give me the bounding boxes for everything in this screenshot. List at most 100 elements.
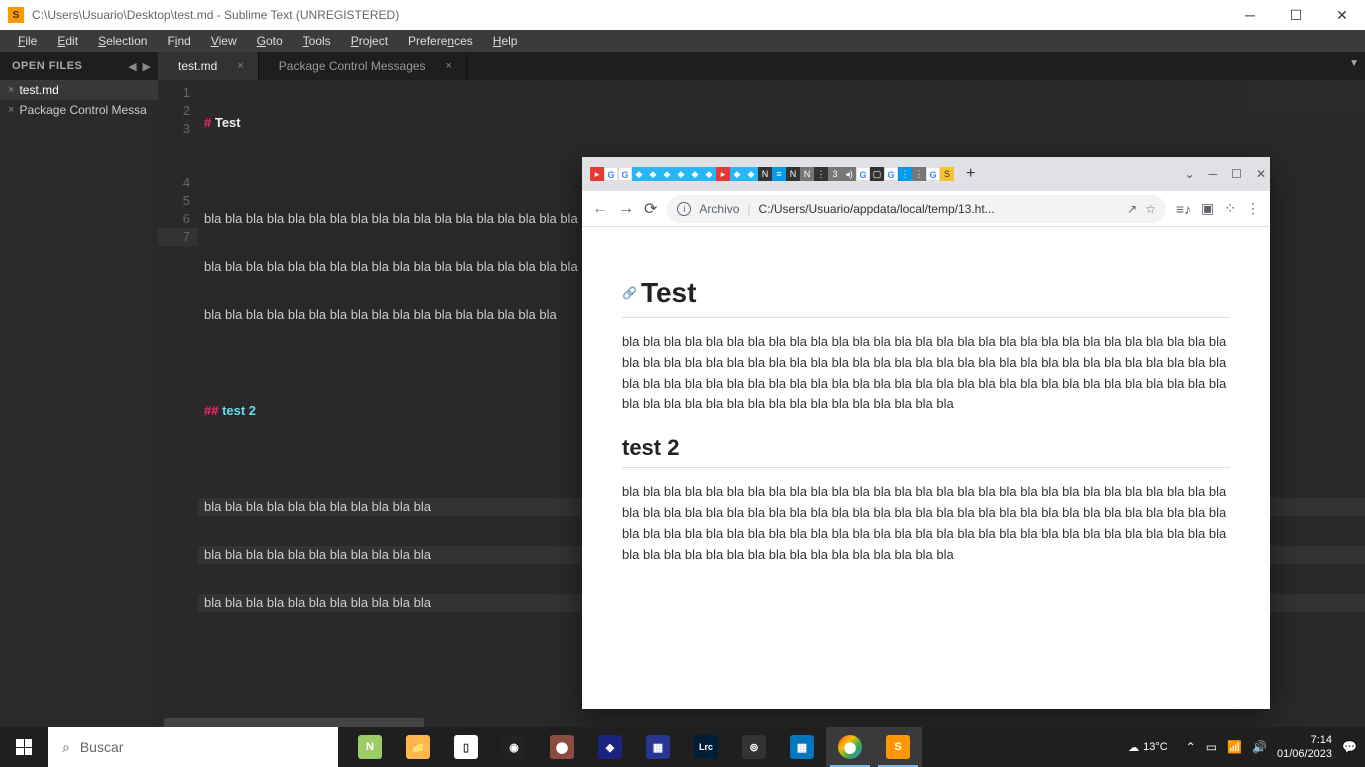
favicon-icon[interactable]: ◆	[702, 167, 716, 181]
sidebar-open-files-header: OPEN FILES ◀ ▶	[0, 52, 158, 80]
line-number: 3	[158, 120, 198, 138]
chrome-minimize-button[interactable]: ─	[1209, 167, 1218, 181]
menu-view[interactable]: View	[201, 32, 247, 50]
weather-widget[interactable]: ☁ 13°C	[1128, 741, 1168, 754]
chrome-url-bar[interactable]: i Archivo | C:/Users/Usuario/appdata/loc…	[667, 195, 1165, 223]
favicon-icon[interactable]: ⋮	[912, 167, 926, 181]
favicon-icon[interactable]: ⋮	[814, 167, 828, 181]
taskbar-app-sublime[interactable]: S	[874, 727, 922, 767]
favicon-icon[interactable]: ◆	[674, 167, 688, 181]
favicon-icon[interactable]: ◆	[660, 167, 674, 181]
taskbar-app[interactable]: ◆	[586, 727, 634, 767]
chrome-forward-button[interactable]: →	[618, 200, 634, 218]
taskbar-app[interactable]: ⬤	[538, 727, 586, 767]
anchor-link-icon[interactable]: 🔗	[622, 286, 637, 300]
favicon-icon[interactable]: ◆	[646, 167, 660, 181]
favicon-youtube-icon[interactable]: ▸	[590, 167, 604, 181]
menu-edit[interactable]: Edit	[47, 32, 88, 50]
favicon-icon[interactable]: ◆	[744, 167, 758, 181]
editor-tab[interactable]: Package Control Messages ×	[259, 52, 467, 80]
reading-list-icon[interactable]: ≡♪	[1176, 201, 1191, 217]
favicon-icon[interactable]: ▢	[870, 167, 884, 181]
taskbar-app[interactable]: ▦	[634, 727, 682, 767]
taskbar-app-chrome[interactable]: ⬤	[826, 727, 874, 767]
start-button[interactable]	[0, 727, 48, 767]
close-icon[interactable]: ×	[8, 84, 14, 96]
tab-bar: test.md × Package Control Messages × ▼	[158, 52, 1365, 80]
chrome-reload-button[interactable]: ⟳	[644, 199, 657, 219]
menu-find[interactable]: Find	[157, 32, 200, 50]
taskbar-search[interactable]: ⌕ Buscar	[48, 727, 338, 767]
chrome-page-content[interactable]: 🔗Test bla bla bla bla bla bla bla bla bl…	[582, 227, 1270, 709]
tray-expand-icon[interactable]: ⌃	[1186, 740, 1196, 754]
menu-preferences[interactable]: Preferences	[398, 32, 483, 50]
favicon-icon[interactable]: ▸	[716, 167, 730, 181]
chrome-menu-icon[interactable]: ⋮	[1246, 200, 1260, 217]
extensions-icon[interactable]: ⁘	[1224, 200, 1236, 217]
sidebar-file-item[interactable]: × test.md	[0, 80, 158, 100]
favicon-sublime-icon[interactable]: S	[940, 167, 954, 181]
favicon-icon[interactable]: ◆	[632, 167, 646, 181]
window-close-button[interactable]: ✕	[1319, 0, 1365, 30]
tab-close-icon[interactable]: ×	[446, 60, 452, 72]
favicon-icon[interactable]: N	[758, 167, 772, 181]
taskbar-app-lightroom[interactable]: Lrc	[682, 727, 730, 767]
menu-selection[interactable]: Selection	[88, 32, 157, 50]
favicon-google-icon[interactable]: G	[618, 167, 632, 181]
side-panel-icon[interactable]: ▣	[1201, 200, 1214, 217]
taskbar-app[interactable]: ⊚	[730, 727, 778, 767]
sidebar-nav-left-icon[interactable]: ◀	[125, 60, 139, 73]
volume-icon[interactable]: 🔊	[1252, 740, 1267, 754]
line-number: 1	[158, 84, 198, 102]
tab-overflow-icon[interactable]: ▼	[1349, 58, 1359, 69]
taskbar-app-explorer[interactable]: 📁	[394, 727, 442, 767]
chrome-tab-search-icon[interactable]: ⌄	[1185, 167, 1195, 181]
wifi-icon[interactable]: 📶	[1227, 740, 1242, 754]
chrome-new-tab-button[interactable]: +	[966, 165, 975, 183]
taskbar-app-calculator[interactable]: ▦	[778, 727, 826, 767]
chrome-browser-window: ▸ G G ◆ ◆ ◆ ◆ ◆ ◆ ▸ ◆ ◆ N ≡ N N ⋮ 3 ◂) G…	[582, 157, 1270, 709]
taskbar-app-file[interactable]: ▯	[442, 727, 490, 767]
favicon-google-icon[interactable]: G	[604, 167, 618, 181]
favicon-google-icon[interactable]: G	[856, 167, 870, 181]
favicon-icon[interactable]: ◆	[688, 167, 702, 181]
chrome-maximize-button[interactable]: ☐	[1231, 167, 1242, 181]
minimap[interactable]	[1245, 80, 1365, 110]
taskbar-app-notepadpp[interactable]: N	[346, 727, 394, 767]
menu-project[interactable]: Project	[341, 32, 398, 50]
sidebar-file-item[interactable]: × Package Control Messa	[0, 100, 158, 120]
chrome-tab-strip[interactable]: ▸ G G ◆ ◆ ◆ ◆ ◆ ◆ ▸ ◆ ◆ N ≡ N N ⋮ 3 ◂) G…	[590, 167, 954, 181]
window-maximize-button[interactable]: ☐	[1273, 0, 1319, 30]
chrome-close-button[interactable]: ✕	[1256, 167, 1266, 181]
favicon-icon[interactable]: 3	[828, 167, 842, 181]
close-icon[interactable]: ×	[8, 104, 14, 116]
taskbar-clock[interactable]: 7:14 01/06/2023	[1277, 733, 1332, 762]
favicon-icon[interactable]: N	[786, 167, 800, 181]
favicon-icon[interactable]: ◆	[730, 167, 744, 181]
taskbar-date: 01/06/2023	[1277, 747, 1332, 761]
share-icon[interactable]: ↗	[1127, 202, 1137, 216]
menu-file[interactable]: File	[8, 32, 47, 50]
taskbar-time: 7:14	[1277, 733, 1332, 747]
taskbar-app-obs[interactable]: ◉	[490, 727, 538, 767]
menu-tools[interactable]: Tools	[293, 32, 341, 50]
favicon-sound-icon[interactable]: ◂)	[842, 167, 856, 181]
notifications-icon[interactable]: 💬	[1342, 740, 1357, 754]
battery-icon[interactable]: ▭	[1206, 740, 1217, 754]
site-info-icon[interactable]: i	[677, 202, 691, 216]
windows-taskbar: ⌕ Buscar N 📁 ▯ ◉ ⬤ ◆ ▦ Lrc ⊚ ▦ ⬤ S ☁ 13°…	[0, 727, 1365, 767]
favicon-icon[interactable]: ≡	[772, 167, 786, 181]
window-minimize-button[interactable]: ─	[1227, 0, 1273, 30]
favicon-google-icon[interactable]: G	[884, 167, 898, 181]
editor-tab[interactable]: test.md ×	[158, 52, 259, 80]
search-icon: ⌕	[62, 739, 70, 756]
favicon-icon[interactable]: ⋮	[898, 167, 912, 181]
menu-help[interactable]: Help	[483, 32, 528, 50]
favicon-icon[interactable]: N	[800, 167, 814, 181]
favicon-google-icon[interactable]: G	[926, 167, 940, 181]
menu-goto[interactable]: Goto	[247, 32, 293, 50]
sidebar-nav-right-icon[interactable]: ▶	[140, 60, 154, 73]
tab-close-icon[interactable]: ×	[237, 60, 243, 72]
chrome-back-button[interactable]: ←	[592, 200, 608, 218]
bookmark-icon[interactable]: ☆	[1145, 202, 1156, 216]
